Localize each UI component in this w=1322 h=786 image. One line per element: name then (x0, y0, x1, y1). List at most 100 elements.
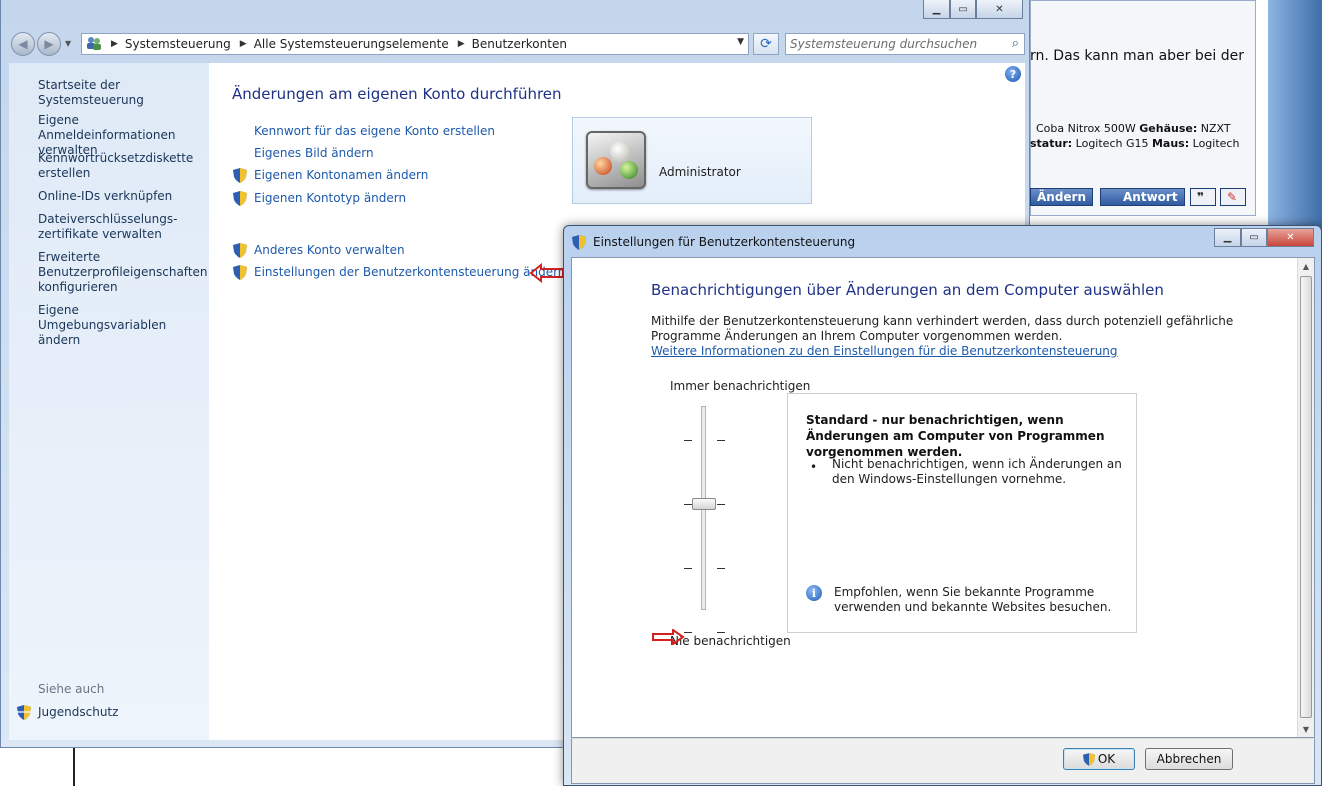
forum-reply-button[interactable]: Antwort (1100, 188, 1185, 206)
forum-spec: Logitech (1192, 137, 1240, 150)
scroll-up-icon[interactable]: ▲ (1298, 258, 1314, 274)
parental-controls-icon (17, 705, 31, 723)
breadcrumb-separator-icon: ▶ (111, 39, 118, 49)
sidebar-item-encryption-certs[interactable]: Dateiverschlüsselungs-zertifikate verwal… (38, 212, 177, 242)
address-dropdown-icon[interactable]: ▼ (737, 37, 744, 47)
level-bullet-text: Nicht benachrichtigen, wenn ich Änderung… (832, 457, 1122, 486)
vertical-scrollbar[interactable]: ▲ ▼ (1297, 258, 1314, 737)
slider-tick (717, 440, 725, 441)
more-info-link[interactable]: Weitere Informationen zu den Einstellung… (651, 344, 1118, 358)
forum-spec-label: statur: (1030, 137, 1073, 150)
task-create-password[interactable]: Kennwort für das eigene Konto erstellen (254, 124, 495, 138)
sidebar-item-reset-disk[interactable]: Kennwortrücksetzdiskette erstellen (38, 151, 208, 181)
ok-button-label: OK (1097, 752, 1116, 766)
sidebar-item-home[interactable]: Startseite der Systemsteuerung (38, 78, 208, 108)
task-change-account-type[interactable]: Eigenen Kontotyp ändern (254, 191, 406, 205)
slider-tick (684, 568, 692, 569)
breadcrumb-separator-icon[interactable]: ▶ (458, 39, 465, 49)
picture-ball (594, 157, 612, 175)
uac-shield-icon (233, 191, 247, 206)
search-input[interactable]: Systemsteuerung durchsuchen ⌕ (785, 33, 1025, 55)
close-button[interactable]: ✕ (976, 0, 1023, 19)
forum-specs-line: Coba Nitrox 500W Gehäuse: NZXT (1036, 122, 1231, 135)
maximize-button[interactable]: ▭ (950, 0, 976, 19)
forum-specs-line: statur: Logitech G15 Maus: Logitech (1030, 137, 1239, 150)
browser-scroll-area (1268, 0, 1322, 230)
forum-text-line: rn. Das kann man aber bei der (1030, 48, 1244, 64)
task-change-account-name[interactable]: Eigenen Kontonamen ändern (254, 168, 428, 182)
sidebar-item-online-ids[interactable]: Online-IDs verknüpfen (38, 189, 208, 204)
slider-tick (684, 504, 692, 505)
account-name: Administrator (659, 165, 741, 179)
minimize-button[interactable]: ▁ (1214, 228, 1241, 247)
back-button[interactable]: ◀ (11, 32, 35, 56)
forum-spec: Logitech G15 (1075, 137, 1149, 150)
slider-tick (717, 504, 725, 505)
uac-shield-icon (1082, 752, 1095, 766)
close-button[interactable]: ✕ (1267, 228, 1314, 247)
info-icon: i (806, 585, 822, 601)
annotation-arrow-icon (529, 262, 565, 286)
uac-shield-icon (233, 265, 247, 280)
account-picture[interactable] (586, 131, 646, 189)
level-description-box: Standard - nur benachrichtigen, wenn Änd… (787, 393, 1137, 633)
notification-slider-thumb[interactable] (692, 498, 716, 510)
forum-edit-icon[interactable]: ✎ (1220, 188, 1246, 206)
sidebar-item-profile-properties[interactable]: Erweiterte Benutzerprofileigenschaften k… (38, 250, 208, 295)
uac-settings-dialog: Einstellungen für Benutzerkontensteuerun… (563, 225, 1322, 786)
cancel-button[interactable]: Abbrechen (1145, 748, 1233, 770)
ok-button[interactable]: OK (1063, 748, 1135, 770)
account-tile: Administrator (572, 117, 812, 204)
slider-tick (684, 440, 692, 441)
picture-ball (620, 161, 638, 179)
forum-post-frame (1030, 0, 1256, 216)
task-manage-other-account[interactable]: Anderes Konto verwalten (254, 243, 405, 257)
breadcrumb-item[interactable]: Systemsteuerung (125, 37, 231, 51)
bullet-icon: • (810, 460, 818, 474)
background-window (0, 745, 566, 786)
page-title: Änderungen am eigenen Konto durchführen (232, 85, 562, 103)
background-divider (73, 745, 75, 786)
scrollbar-thumb[interactable] (1300, 276, 1312, 718)
level-recommendation: Empfohlen, wenn Sie bekannte Programme v… (834, 585, 1112, 614)
forum-edit-button[interactable]: Ändern (1030, 188, 1094, 206)
window-caption-buttons: ▁ ▭ ✕ (923, 0, 1023, 19)
sidebar-item-parental-controls[interactable]: Jugendschutz (38, 705, 118, 719)
dialog-content: Benachrichtigungen über Änderungen an de… (571, 257, 1315, 738)
recent-pages-chevron-icon[interactable]: ▼ (65, 39, 71, 48)
uac-shield-icon (233, 168, 247, 183)
forum-quote-icon[interactable]: ❞ (1190, 188, 1216, 206)
task-sidebar: Startseite der Systemsteuerung Eigene An… (9, 63, 209, 740)
help-icon[interactable]: ? (1005, 66, 1021, 82)
slider-tick (717, 632, 725, 633)
search-icon[interactable]: ⌕ (1012, 36, 1019, 51)
dialog-description: Mithilfe der Benutzerkontensteuerung kan… (651, 314, 1234, 343)
dialog-heading: Benachrichtigungen über Änderungen an de… (651, 281, 1164, 299)
breadcrumb-separator-icon[interactable]: ▶ (240, 39, 247, 49)
scroll-down-icon[interactable]: ▼ (1298, 721, 1314, 737)
minimize-button[interactable]: ▁ (923, 0, 950, 19)
picture-ball (610, 141, 632, 163)
maximize-button[interactable]: ▭ (1241, 228, 1267, 247)
task-change-picture[interactable]: Eigenes Bild ändern (254, 146, 374, 160)
sidebar-item-environment-vars[interactable]: Eigene Umgebungsvariablen ändern (38, 303, 198, 348)
level-title: Standard - nur benachrichtigen, wenn Änd… (806, 413, 1105, 459)
forum-spec-label: Gehäuse: (1139, 122, 1198, 135)
forum-spec: NZXT (1200, 122, 1231, 135)
breadcrumb-item[interactable]: Alle Systemsteuerungselemente (254, 37, 449, 51)
uac-shield-icon (233, 243, 247, 258)
see-also-heading: Siehe auch (38, 682, 105, 696)
dialog-caption-buttons: ▁ ▭ ✕ (1214, 228, 1314, 247)
breadcrumb-item[interactable]: Benutzerkonten (472, 37, 567, 51)
annotation-arrow-icon (651, 628, 685, 648)
address-box[interactable]: ▶ Systemsteuerung ▶ Alle Systemsteuerung… (81, 33, 749, 55)
uac-shield-icon (572, 235, 586, 253)
dialog-footer: OK Abbrechen (571, 738, 1315, 784)
slider-tick (684, 632, 692, 633)
refresh-button[interactable]: ⟳ (753, 33, 779, 55)
slider-top-label: Immer benachrichtigen (670, 379, 811, 393)
forward-button[interactable]: ▶ (37, 32, 61, 56)
address-bar: ◀ ▶ ▼ ▶ Systemsteuerung ▶ Alle Systemste… (9, 30, 1025, 58)
task-uac-settings[interactable]: Einstellungen der Benutzerkontensteuerun… (254, 265, 565, 279)
forum-spec-label: Maus: (1151, 137, 1190, 150)
